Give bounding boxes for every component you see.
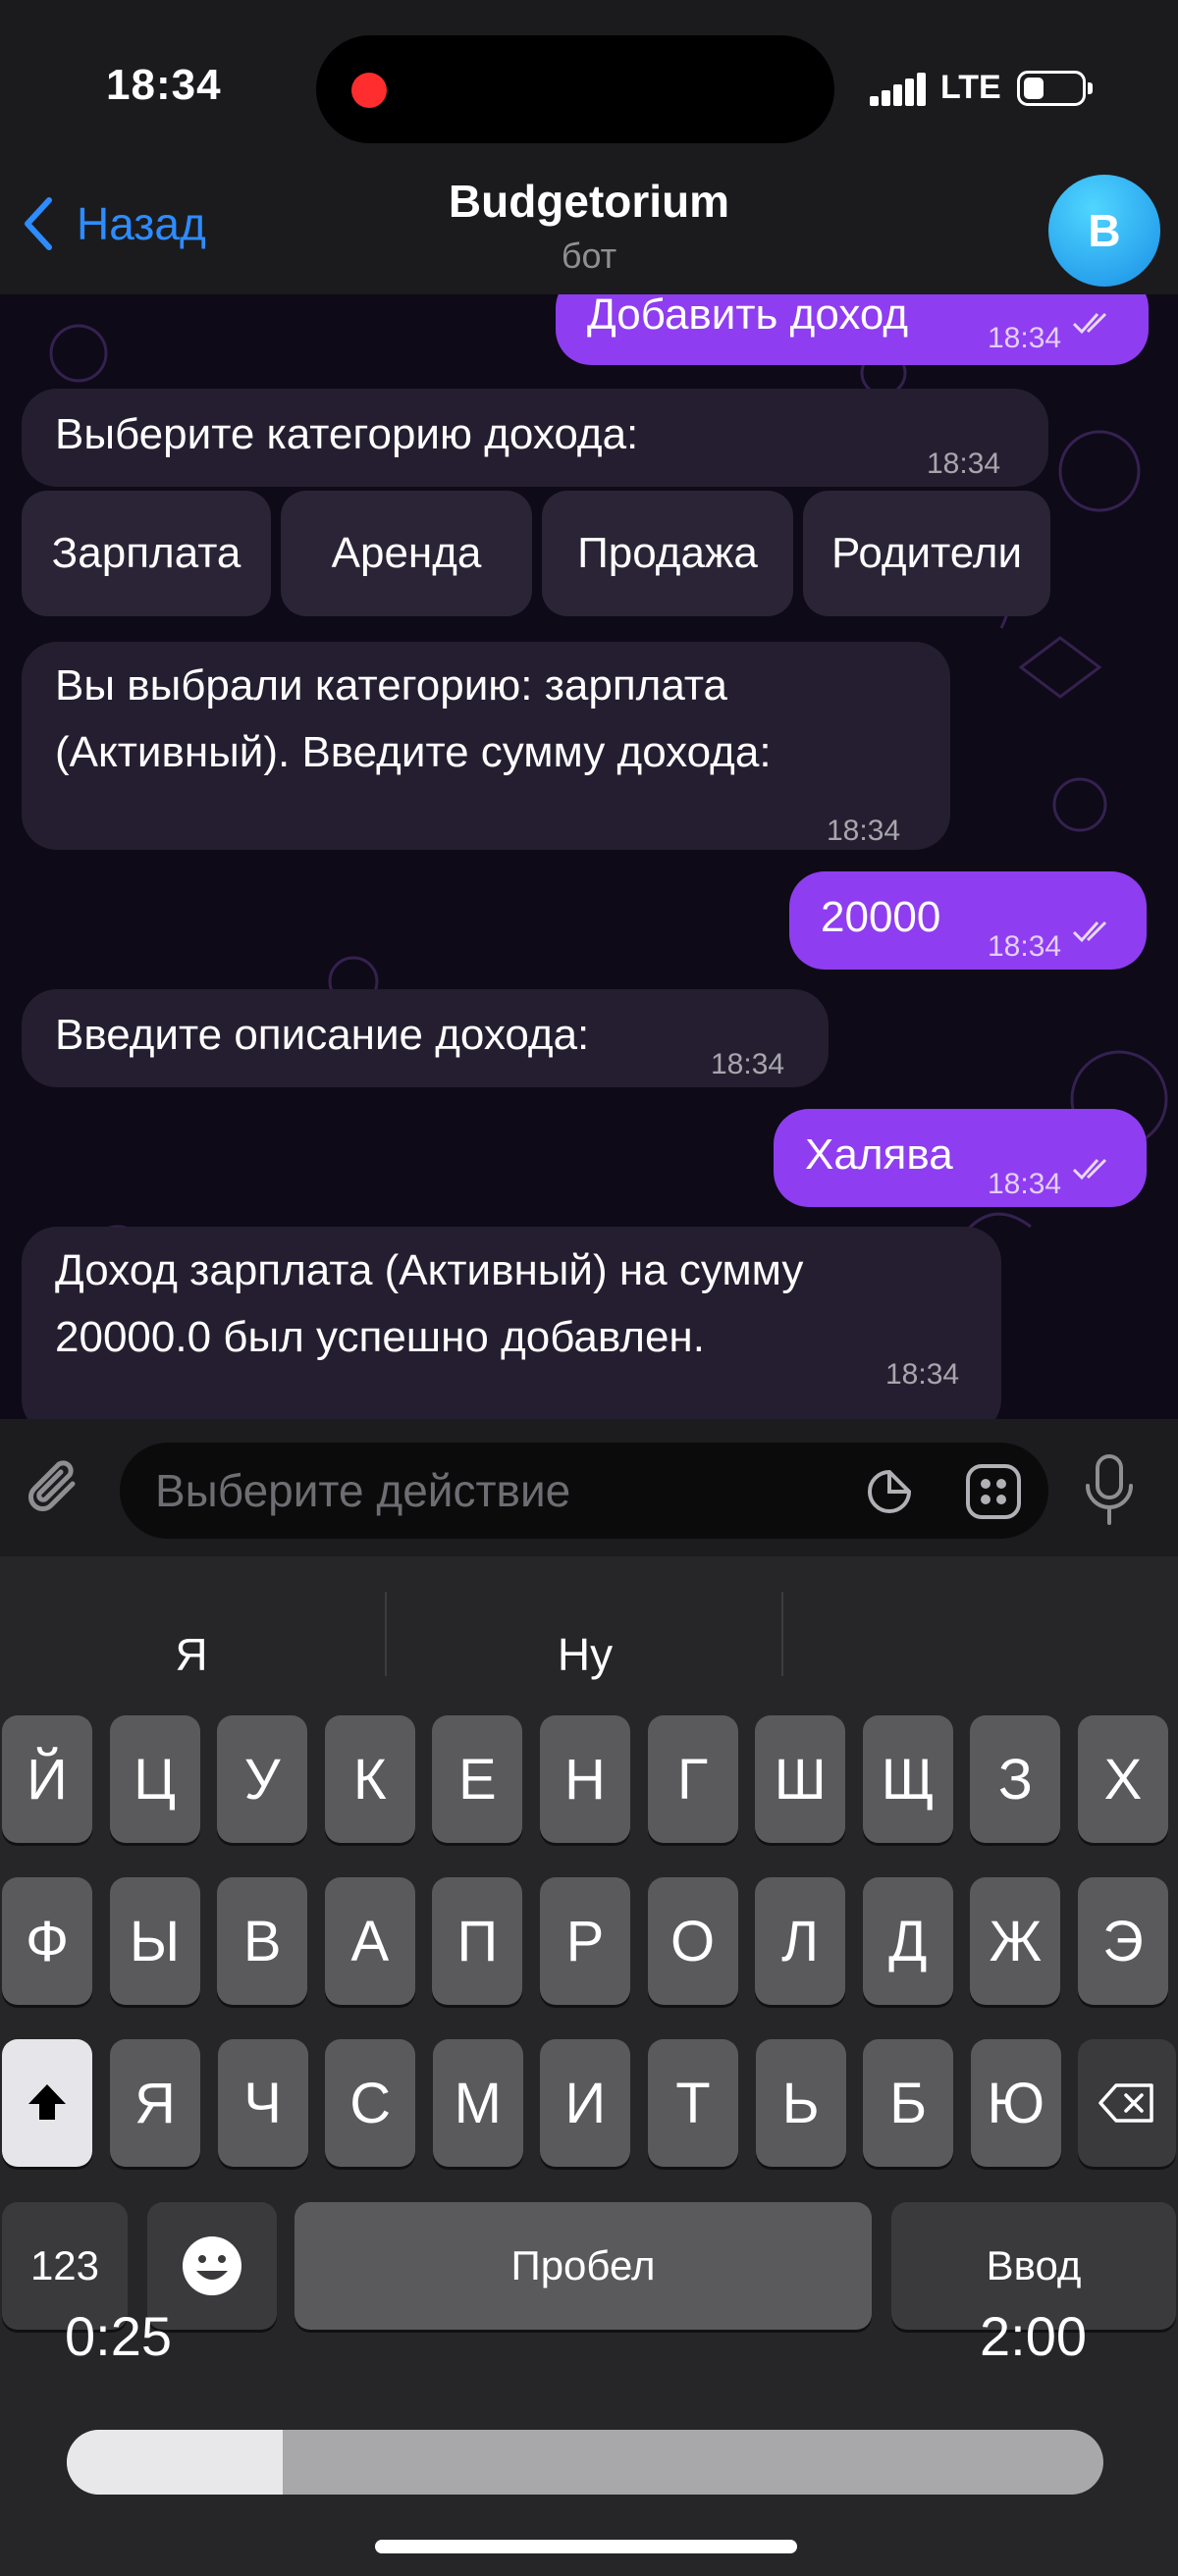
- key-И[interactable]: И: [540, 2039, 631, 2167]
- inline-button-salary[interactable]: Зарплата: [22, 491, 271, 616]
- message-time: 18:34: [988, 322, 1062, 354]
- message-time: 18:34: [988, 930, 1062, 963]
- chat-area[interactable]: Добавить доход 18:34 Выберите категорию …: [0, 294, 1178, 1419]
- inline-button-sale[interactable]: Продажа: [542, 491, 793, 616]
- chat-title[interactable]: Budgetorium: [0, 175, 1178, 228]
- microphone-icon[interactable]: [1082, 1452, 1137, 1527]
- key-П[interactable]: П: [432, 1877, 523, 2005]
- suggestion-3[interactable]: [783, 1605, 1178, 1704]
- key-Х[interactable]: Х: [1078, 1715, 1168, 1843]
- message-text: Халява: [805, 1130, 953, 1179]
- message-time: 18:34: [988, 1168, 1062, 1200]
- message-text-line: Вы выбрали категорию: зарплата: [55, 661, 727, 710]
- double-check-icon: [1072, 1158, 1107, 1181]
- key-Ю[interactable]: Ю: [970, 2039, 1061, 2167]
- key-Я[interactable]: Я: [110, 2039, 200, 2167]
- key-К[interactable]: К: [324, 1715, 415, 1843]
- message-incoming[interactable]: Введите описание дохода: 18:34: [22, 989, 829, 1087]
- message-text-line: (Активный). Введите сумму дохода:: [55, 728, 772, 776]
- key-З[interactable]: З: [970, 1715, 1061, 1843]
- key-Д[interactable]: Д: [862, 1877, 953, 2005]
- key-Ж[interactable]: Ж: [970, 1877, 1061, 2005]
- key-С[interactable]: С: [325, 2039, 416, 2167]
- key-О[interactable]: О: [647, 1877, 738, 2005]
- message-text: Добавить доход: [587, 294, 909, 339]
- key-Э[interactable]: Э: [1078, 1877, 1168, 2005]
- bot-menu-icon[interactable]: [964, 1462, 1023, 1521]
- key-Ц[interactable]: Ц: [109, 1715, 200, 1843]
- key-Л[interactable]: Л: [755, 1877, 846, 2005]
- message-outgoing[interactable]: Добавить доход 18:34: [556, 294, 1149, 365]
- key-В[interactable]: В: [217, 1877, 308, 2005]
- dynamic-island: [316, 35, 834, 143]
- avatar[interactable]: B: [1048, 175, 1160, 287]
- key-Г[interactable]: Г: [647, 1715, 738, 1843]
- home-indicator[interactable]: [375, 2540, 797, 2553]
- message-time: 18:34: [885, 1358, 960, 1391]
- key-Б[interactable]: Б: [863, 2039, 954, 2167]
- key-Н[interactable]: Н: [540, 1715, 630, 1843]
- message-time: 18:34: [927, 447, 1001, 480]
- chat-subtitle: бот: [561, 236, 617, 276]
- key-У[interactable]: У: [217, 1715, 308, 1843]
- battery-icon: [1017, 71, 1093, 106]
- shift-key[interactable]: [2, 2039, 92, 2167]
- message-text: Введите описание дохода:: [55, 1011, 590, 1059]
- double-check-icon: [1072, 312, 1107, 335]
- key-Р[interactable]: Р: [540, 1877, 630, 2005]
- key-Ф[interactable]: Ф: [2, 1877, 92, 2005]
- key-Ш[interactable]: Ш: [755, 1715, 846, 1843]
- message-composer: [0, 1419, 1178, 1556]
- shift-icon: [28, 2084, 66, 2120]
- key-А[interactable]: А: [324, 1877, 415, 2005]
- chat-header: Назад Budgetorium бот B: [0, 167, 1178, 294]
- video-progress-bar[interactable]: [67, 2430, 1103, 2495]
- key-Е[interactable]: Е: [432, 1715, 523, 1843]
- key-Щ[interactable]: Щ: [862, 1715, 953, 1843]
- recording-indicator-icon: [351, 73, 387, 108]
- message-incoming[interactable]: Выберите категорию дохода: 18:34: [22, 389, 1048, 487]
- key-Ы[interactable]: Ы: [109, 1877, 200, 2005]
- suggestion-2[interactable]: Ну: [387, 1605, 783, 1704]
- status-time: 18:34: [106, 61, 222, 109]
- key-Ч[interactable]: Ч: [217, 2039, 308, 2167]
- message-incoming[interactable]: Вы выбрали категорию: зарплата (Активный…: [22, 642, 950, 850]
- message-outgoing[interactable]: 20000 18:34: [789, 871, 1147, 970]
- video-duration: 2:00: [980, 2305, 1087, 2367]
- message-text: 20000: [821, 893, 941, 941]
- message-input-container[interactable]: [120, 1443, 1048, 1539]
- suggestion-1[interactable]: Я: [0, 1605, 383, 1704]
- network-type: LTE: [940, 69, 1001, 106]
- signal-strength-icon: [870, 73, 927, 106]
- message-input[interactable]: [155, 1443, 842, 1539]
- on-screen-keyboard: Я Ну ЙЦУКЕНГШЩЗХ ФЫВАПРОЛДЖЭ ЯЧСМИТЬБЮ 1…: [0, 1556, 1178, 2576]
- message-text: Выберите категорию дохода:: [55, 410, 639, 458]
- message-text-line: Доход зарплата (Активный) на сумму: [55, 1246, 804, 1294]
- key-Й[interactable]: Й: [2, 1715, 92, 1843]
- video-progress-fill: [67, 2430, 283, 2495]
- message-time: 18:34: [711, 1048, 785, 1080]
- message-outgoing[interactable]: Халява 18:34: [774, 1109, 1147, 1207]
- backspace-icon: [1098, 2083, 1153, 2123]
- space-key[interactable]: Пробел: [294, 2202, 872, 2330]
- key-Т[interactable]: Т: [648, 2039, 738, 2167]
- double-check-icon: [1072, 920, 1107, 943]
- inline-button-rent[interactable]: Аренда: [281, 491, 532, 616]
- message-text-line: 20000.0 был успешно добавлен.: [55, 1313, 705, 1361]
- delete-key[interactable]: [1078, 2039, 1176, 2167]
- video-elapsed-time: 0:25: [65, 2305, 172, 2367]
- key-М[interactable]: М: [432, 2039, 523, 2167]
- message-time: 18:34: [827, 815, 901, 847]
- key-Ь[interactable]: Ь: [755, 2039, 846, 2167]
- emoji-icon: [183, 2236, 241, 2295]
- sticker-icon[interactable]: [866, 1468, 913, 1515]
- message-incoming[interactable]: Доход зарплата (Активный) на сумму 20000…: [22, 1227, 1001, 1419]
- attach-icon[interactable]: [22, 1454, 90, 1523]
- inline-button-parents[interactable]: Родители: [803, 491, 1050, 616]
- status-bar: 18:34 LTE: [0, 0, 1178, 167]
